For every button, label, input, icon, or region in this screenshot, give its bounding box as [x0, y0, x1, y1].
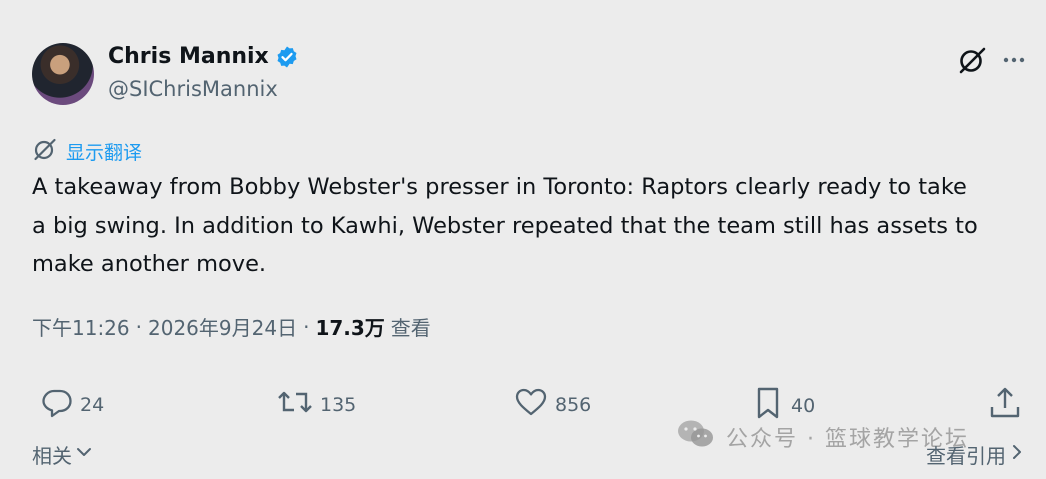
views-label: 查看: [390, 316, 431, 340]
grok-icon[interactable]: [955, 43, 989, 77]
verified-badge-icon: [275, 45, 299, 69]
author-handle[interactable]: @SIChrisMannix: [108, 77, 278, 101]
chevron-right-icon: [1010, 442, 1024, 467]
retweet-button[interactable]: 135: [276, 385, 356, 424]
separator: ·: [135, 314, 142, 339]
reply-button[interactable]: 24: [40, 385, 104, 424]
share-icon: [988, 385, 1022, 426]
view-quotes-link[interactable]: 查看引用: [926, 440, 1024, 469]
tweet-date[interactable]: 2026年9月24日: [148, 312, 297, 341]
author-name-row[interactable]: Chris Mannix: [108, 44, 299, 69]
share-button[interactable]: [988, 385, 1022, 426]
like-icon: [513, 385, 549, 424]
reply-count: 24: [80, 393, 105, 416]
author-name[interactable]: Chris Mannix: [108, 44, 269, 69]
bookmark-count: 40: [791, 394, 816, 417]
tweet-text: A takeaway from Bobby Webster's presser …: [32, 174, 978, 277]
tweet-meta: 下午11:26 · 2026年9月24日 · 17.3万 查看: [32, 312, 431, 341]
related-toggle[interactable]: 相关: [32, 440, 94, 469]
avatar[interactable]: [32, 43, 94, 105]
like-count: 856: [555, 393, 592, 416]
retweet-count: 135: [320, 393, 357, 416]
show-translation-button[interactable]: 显示翻译: [32, 136, 142, 166]
tweet-time[interactable]: 下午11:26: [32, 312, 130, 341]
like-button[interactable]: 856: [513, 385, 591, 424]
views-count: 17.3万: [315, 316, 385, 340]
reply-icon: [40, 385, 74, 424]
related-label: 相关: [32, 444, 72, 468]
retweet-icon: [276, 385, 314, 424]
chevron-down-icon: [74, 442, 94, 467]
more-icon[interactable]: [997, 43, 1031, 77]
wechat-icon: [676, 418, 716, 456]
translate-label[interactable]: 显示翻译: [66, 138, 142, 165]
view-quotes-label: 查看引用: [926, 444, 1006, 468]
separator: ·: [303, 314, 310, 339]
translate-icon: [32, 136, 58, 166]
